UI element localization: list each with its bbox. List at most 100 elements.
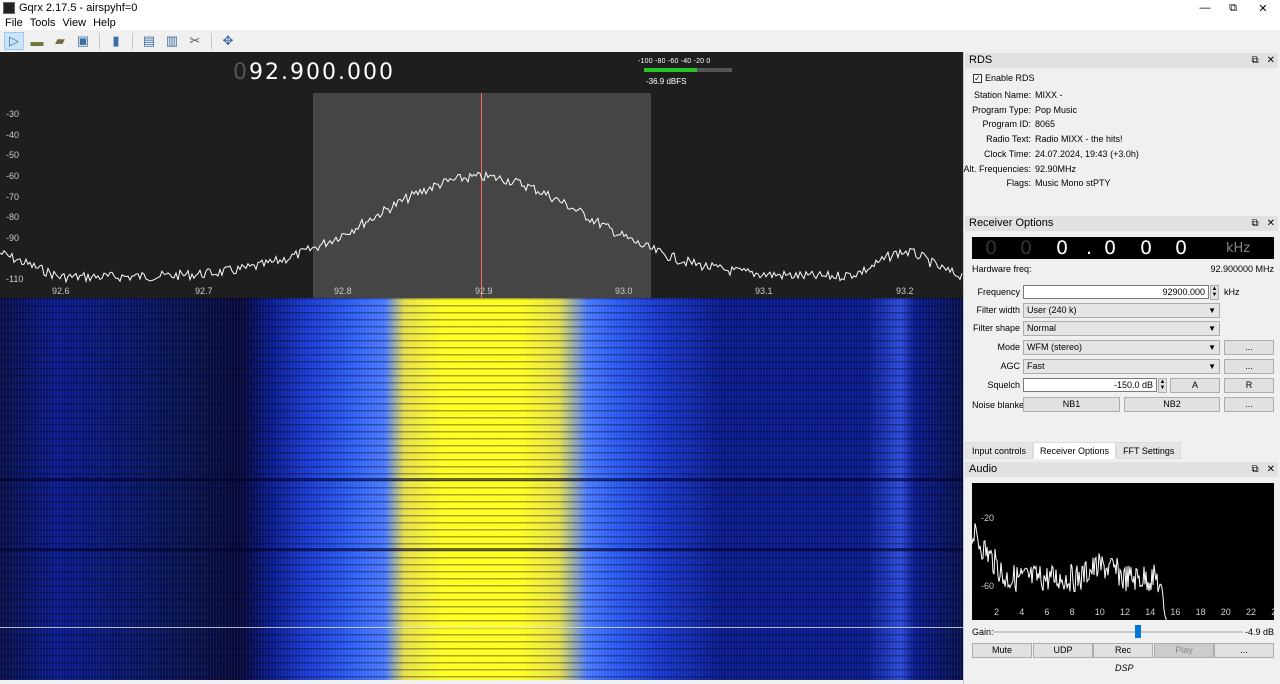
audio-x-tick: 6 <box>1044 607 1050 617</box>
squelch-label: Squelch <box>987 380 1020 390</box>
noise-blanker-label: Noise blanker <box>972 400 1028 410</box>
gain-slider-handle[interactable] <box>1135 625 1141 638</box>
rds-field-value: 8065 <box>1035 119 1056 130</box>
gain-slider-track[interactable] <box>993 631 1243 633</box>
restore-button[interactable]: ⧉ <box>1218 0 1248 16</box>
nb2-button[interactable]: NB2 <box>1124 397 1220 412</box>
digital-frequency[interactable]: 0 0 0 . 0 0 0 kHz <box>972 237 1274 259</box>
enable-rds-checkbox[interactable]: ✓ Enable RDS <box>973 73 1035 84</box>
filter-width-select[interactable]: User (240 k) ▼ <box>1023 303 1220 318</box>
rds-row: Flags: Music Mono stPTY <box>935 178 1275 192</box>
digit[interactable]: 0 <box>1104 237 1116 259</box>
toolbar-separator <box>99 33 100 49</box>
menu-view[interactable]: View <box>62 17 86 29</box>
dock-tabs: Input controls Receiver Options FFT Sett… <box>965 442 1182 459</box>
squelch-reset-button[interactable]: R <box>1224 378 1274 393</box>
device-icon[interactable]: ▬ <box>27 32 47 50</box>
udp-button[interactable]: UDP <box>1033 643 1093 658</box>
digit-separator: . <box>1086 237 1093 259</box>
chevron-down-icon: ▼ <box>1208 306 1216 315</box>
audio-title: Audio <box>969 463 998 475</box>
filter-shape-value: Normal <box>1027 323 1057 333</box>
close-icon[interactable]: ✕ <box>1267 216 1275 231</box>
audio-x-tick: 20 <box>1220 607 1231 617</box>
gain-value: -4.9 dB <box>1244 627 1274 637</box>
tab-input-controls[interactable]: Input controls <box>965 442 1034 459</box>
minimize-button[interactable]: — <box>1190 0 1220 16</box>
folder-icon[interactable]: ▰ <box>50 32 70 50</box>
rds-row: Program ID: 8065 <box>935 119 1275 133</box>
waterfall-band <box>0 478 963 481</box>
spectrum-line <box>0 170 963 284</box>
move-icon[interactable]: ✥ <box>218 32 238 50</box>
chevron-down-icon: ▼ <box>1208 343 1216 352</box>
menu-file[interactable]: File <box>5 17 23 29</box>
dsp-label: DSP <box>1115 663 1134 673</box>
menu-help[interactable]: Help <box>93 17 116 29</box>
tab-receiver-options[interactable]: Receiver Options <box>1033 442 1117 459</box>
receiver-title: Receiver Options <box>969 217 1054 229</box>
tools-icon[interactable]: ✂ <box>185 32 205 50</box>
mode-options-button[interactable]: ... <box>1224 340 1274 355</box>
float-icon[interactable]: ⧉ <box>1251 216 1258 231</box>
close-icon[interactable]: ✕ <box>1267 462 1275 477</box>
rds-field-label: Station Name: <box>973 90 1031 100</box>
squelch-spinner[interactable]: ▲ ▼ <box>1158 378 1167 393</box>
filter-width-value: User (240 k) <box>1027 305 1077 315</box>
checkbox-icon[interactable]: ✓ <box>973 74 982 84</box>
frequency-input[interactable]: 92900.000 <box>1023 285 1209 299</box>
rds-title: RDS <box>969 54 993 66</box>
audio-x-tick: 4 <box>1019 607 1025 617</box>
float-icon[interactable]: ⧉ <box>1251 462 1258 477</box>
toolbar-separator <box>132 33 133 49</box>
bookmark-icon[interactable]: ▮ <box>106 32 126 50</box>
chevron-down-icon: ▼ <box>1208 324 1216 333</box>
digit[interactable]: 0 <box>1056 237 1068 259</box>
toolbar: ▷ ▬ ▰ ▣ ▮ ▤ ▥ ✂ ✥ <box>0 30 1280 52</box>
squelch-auto-button[interactable]: A <box>1170 378 1220 393</box>
waterfall-noise <box>0 298 963 680</box>
agc-select[interactable]: Fast ▼ <box>1023 359 1220 374</box>
tab-fft-settings[interactable]: FFT Settings <box>1116 442 1182 459</box>
nb-options-button[interactable]: ... <box>1224 397 1274 412</box>
fft-plot[interactable]: 092.900.000 -100 -80 -60 -40 -20 0 -36.9… <box>0 52 963 298</box>
waterfall-marker <box>0 627 963 628</box>
close-icon[interactable]: ✕ <box>1267 53 1275 68</box>
nb1-button[interactable]: NB1 <box>1023 397 1120 412</box>
mode-value: WFM (stereo) <box>1027 342 1082 352</box>
digit[interactable]: 0 <box>985 237 997 259</box>
rec-button[interactable]: Rec <box>1093 643 1153 658</box>
digit[interactable]: 0 <box>1175 237 1187 259</box>
digit[interactable]: 0 <box>1140 237 1152 259</box>
rds-field-value: 92.90MHz <box>1035 163 1077 174</box>
filter-shape-select[interactable]: Normal ▼ <box>1023 321 1220 336</box>
app-icon <box>3 2 15 14</box>
menu-bar: File Tools View Help <box>0 16 1280 30</box>
float-icon[interactable]: ⧉ <box>1251 53 1258 68</box>
play-icon[interactable]: ▷ <box>4 32 24 50</box>
remote-icon[interactable]: ▤ <box>139 32 159 50</box>
frequency-spinner[interactable]: ▲ ▼ <box>1210 285 1219 300</box>
save-icon[interactable]: ▣ <box>73 32 93 50</box>
rds-field-value: Music Mono stPTY <box>1035 178 1111 189</box>
agc-value: Fast <box>1027 361 1045 371</box>
audio-x-tick: 18 <box>1195 607 1206 617</box>
rds-dock-title: RDS ⧉ ✕ <box>965 53 1278 68</box>
filter-shape-label: Filter shape <box>972 323 1020 333</box>
digits-unit: kHz <box>1226 240 1251 256</box>
agc-options-button[interactable]: ... <box>1224 359 1274 374</box>
mute-button[interactable]: Mute <box>972 643 1032 658</box>
mode-select[interactable]: WFM (stereo) ▼ <box>1023 340 1220 355</box>
rds-field-value: Pop Music <box>1035 104 1078 115</box>
frequency-label: Frequency <box>977 287 1020 297</box>
squelch-input[interactable]: -150.0 dB <box>1023 378 1157 392</box>
waterfall[interactable] <box>0 298 963 680</box>
play-button[interactable]: Play <box>1154 643 1214 658</box>
audio-dock-title: Audio ⧉ ✕ <box>965 462 1278 477</box>
agc-label: AGC <box>1000 361 1020 371</box>
close-button[interactable]: ✕ <box>1248 0 1278 16</box>
audio-options-button[interactable]: ... <box>1214 643 1274 658</box>
menu-tools[interactable]: Tools <box>30 17 56 29</box>
digit[interactable]: 0 <box>1020 237 1032 259</box>
screen-icon[interactable]: ▥ <box>162 32 182 50</box>
